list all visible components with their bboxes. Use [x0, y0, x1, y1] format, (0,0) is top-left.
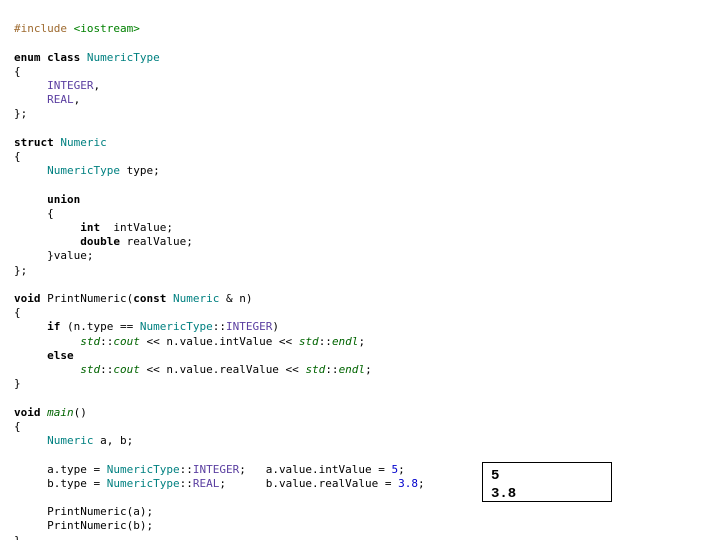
brace: { [14, 65, 21, 78]
enum-integer: INTEGER [47, 79, 93, 92]
ns-std: std [80, 335, 100, 348]
kw-void: void [14, 292, 41, 305]
include-directive: #include [14, 22, 74, 35]
kw-struct: struct [14, 136, 60, 149]
code-listing: #include <iostream> enum class NumericTy… [0, 0, 720, 540]
field-type: NumericType [47, 164, 120, 177]
kw-if: if [47, 320, 60, 333]
func-printnumeric: PrintNumeric( [41, 292, 134, 305]
output-line-2: 3.8 [491, 485, 603, 503]
call-print-a: PrintNumeric(a); [47, 505, 153, 518]
cout: cout [113, 335, 140, 348]
func-main: main [47, 406, 74, 419]
type-numerictype: NumericType [87, 51, 160, 64]
output-line-1: 5 [491, 467, 603, 485]
kw-union: union [47, 193, 80, 206]
call-print-b: PrintNumeric(b); [47, 519, 153, 532]
type-numeric: Numeric [60, 136, 106, 149]
kw-enum-class: enum class [14, 51, 87, 64]
kw-double: double [80, 235, 120, 248]
endl: endl [332, 335, 359, 348]
program-output: 5 3.8 [482, 462, 612, 502]
include-header: <iostream> [74, 22, 140, 35]
kw-int: int [80, 221, 100, 234]
num-3-8: 3.8 [398, 477, 418, 490]
kw-else: else [47, 349, 74, 362]
brace-close: }; [14, 107, 27, 120]
enum-real: REAL [47, 93, 74, 106]
